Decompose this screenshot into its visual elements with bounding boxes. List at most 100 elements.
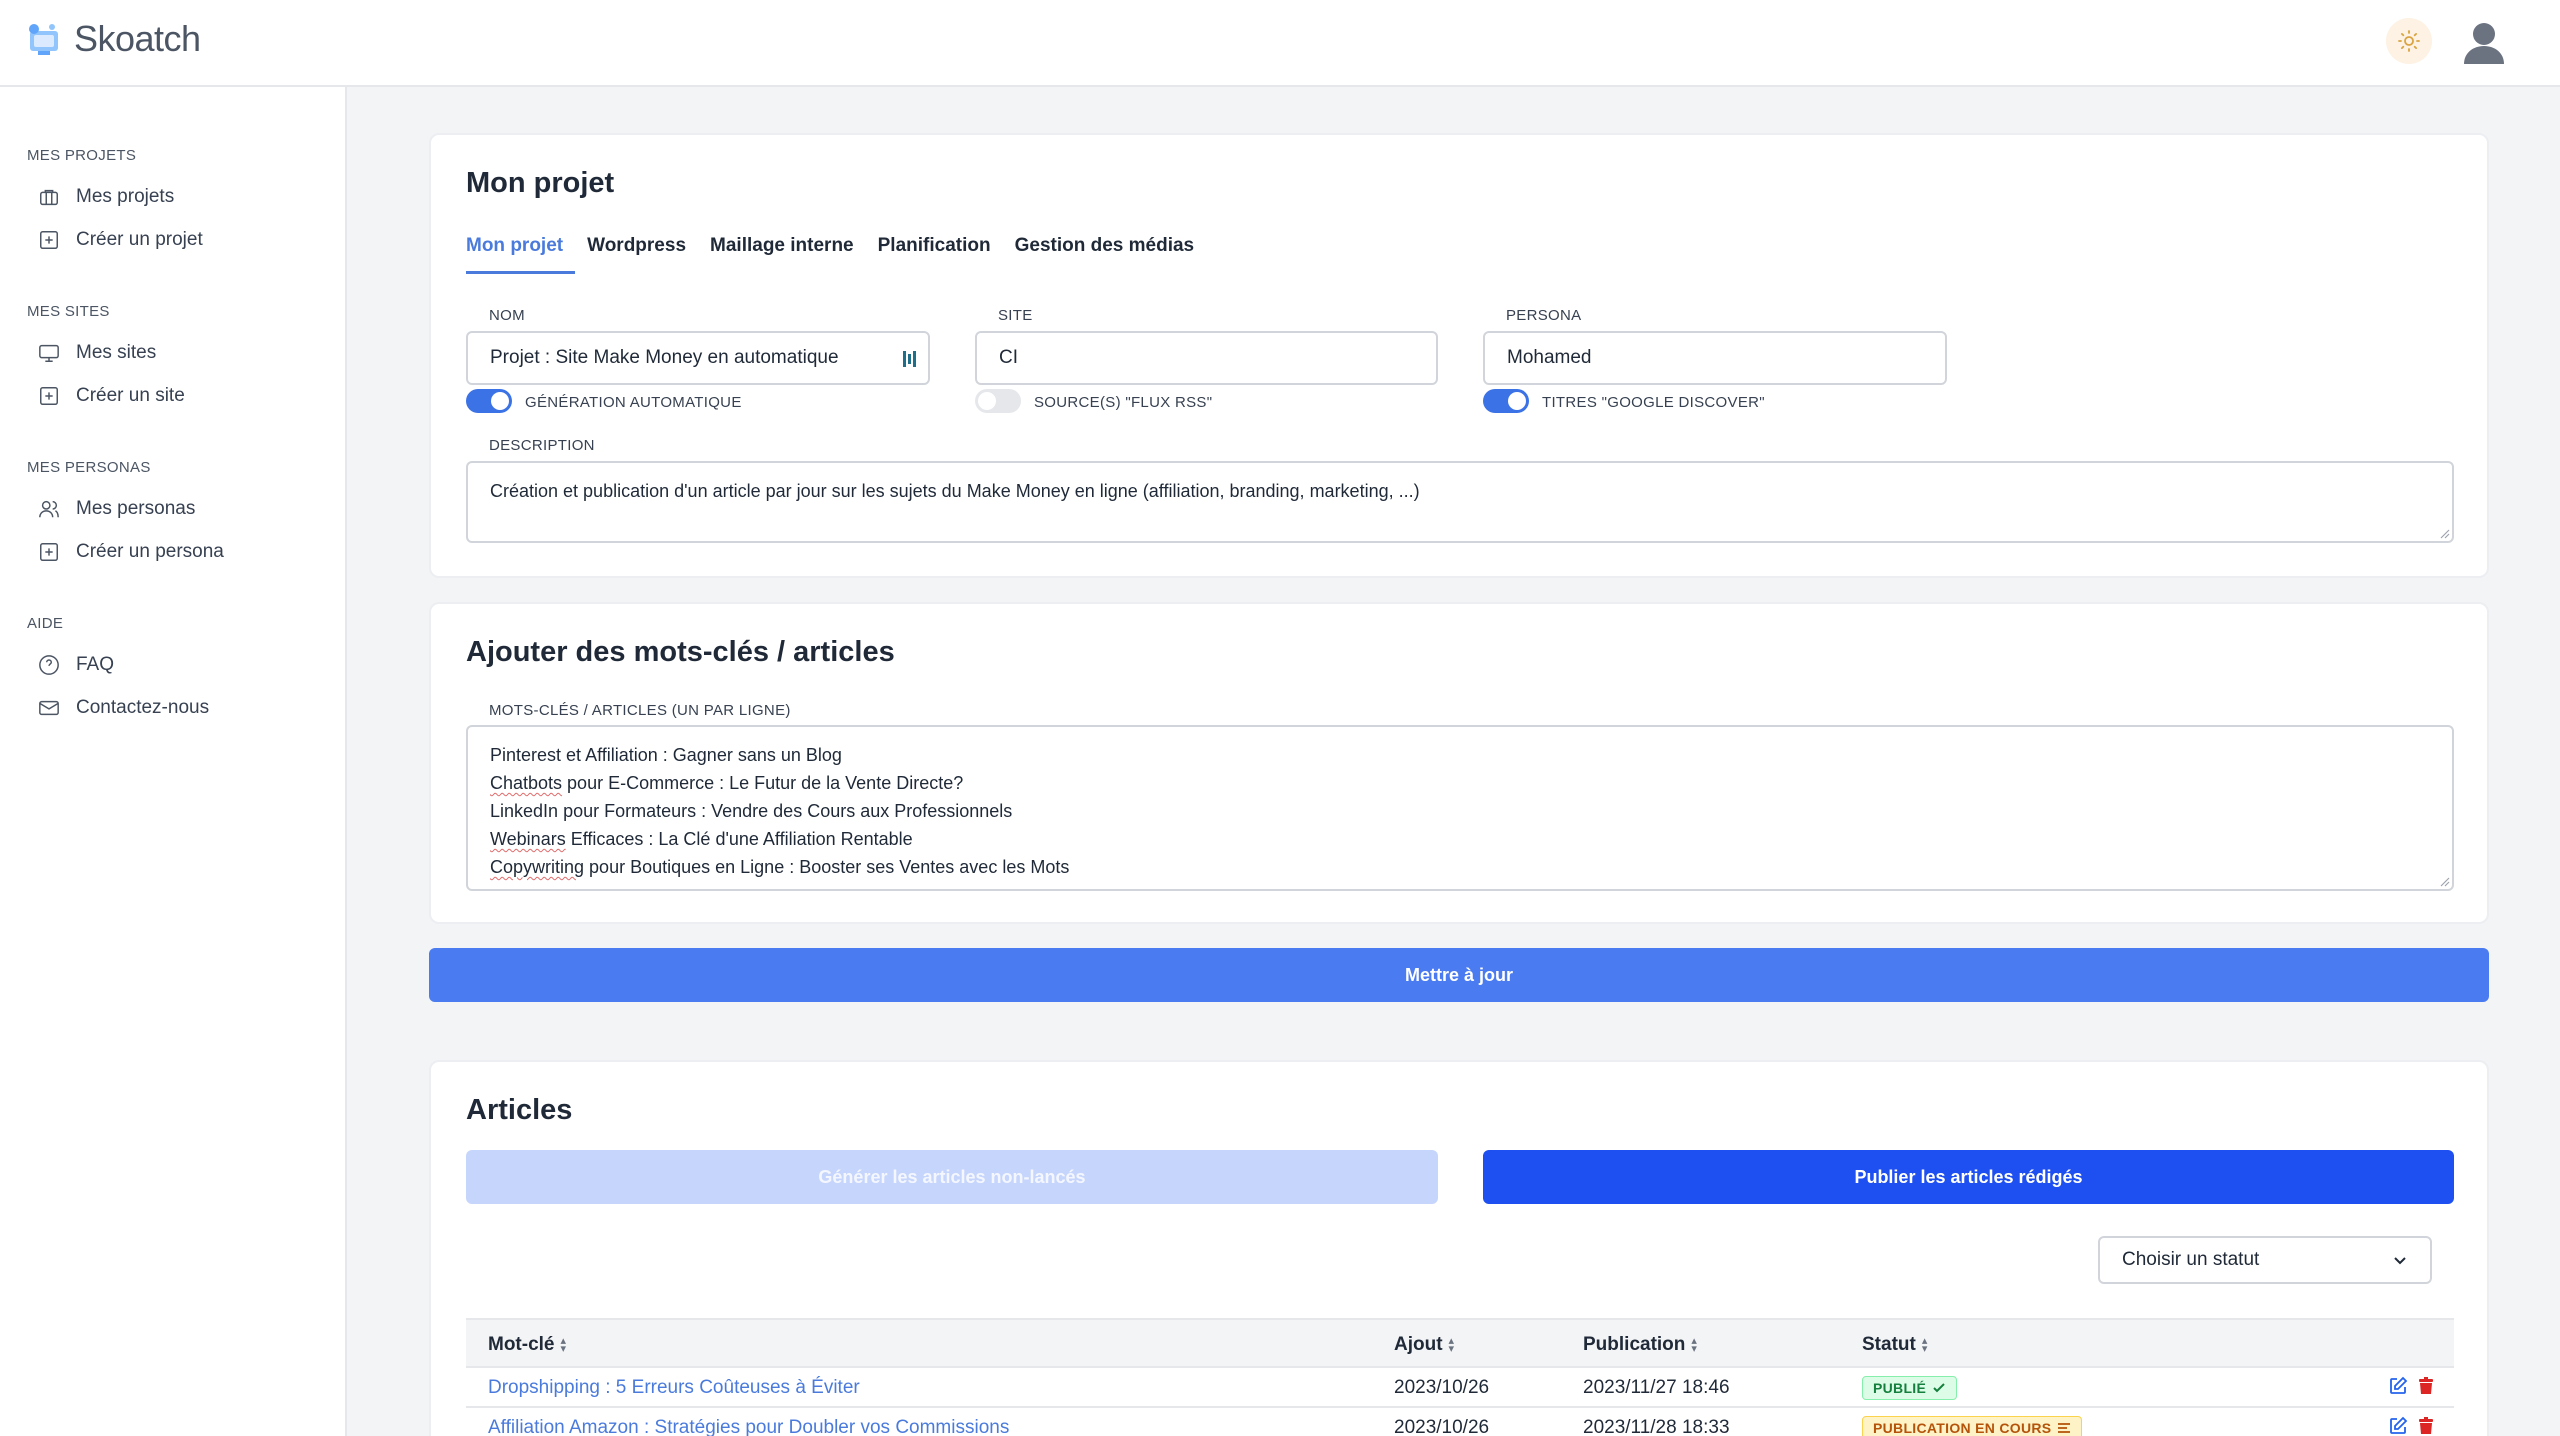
edit-icon[interactable] bbox=[2388, 1416, 2408, 1436]
nom-label: NOM bbox=[489, 307, 525, 324]
rss-toggle[interactable] bbox=[975, 389, 1021, 413]
description-textarea[interactable]: Création et publication d'un article par… bbox=[466, 461, 2454, 543]
articles-title: Articles bbox=[466, 1094, 573, 1126]
keyword-line-first: Chatbots bbox=[490, 773, 563, 793]
logo-icon bbox=[29, 24, 58, 55]
col-label: Publication bbox=[1583, 1334, 1686, 1355]
sidebar-item-label: Créer un persona bbox=[76, 541, 224, 562]
tab-gestion-medias[interactable]: Gestion des médias bbox=[1003, 235, 1207, 274]
sidebar-section-title: AIDE bbox=[27, 615, 64, 632]
sidebar-item-label: Mes personas bbox=[76, 498, 196, 519]
app-name: Skoatch bbox=[74, 18, 201, 59]
top-bar: Skoatch bbox=[0, 0, 2560, 87]
sidebar-item-creer-site[interactable]: Créer un site bbox=[38, 385, 185, 407]
edit-icon[interactable] bbox=[2388, 1376, 2408, 1396]
keyword-line: Webinars Efficaces : La Clé d'une Affili… bbox=[490, 825, 2430, 853]
sidebar-item-contact[interactable]: Contactez-nous bbox=[38, 697, 209, 719]
article-keyword-link[interactable]: Affiliation Amazon : Stratégies pour Dou… bbox=[488, 1417, 1009, 1436]
keywords-card: Ajouter des mots-clés / articles MOTS-CL… bbox=[429, 602, 2489, 924]
generate-articles-button[interactable]: Générer les articles non-lancés bbox=[466, 1150, 1438, 1204]
nom-value: Projet : Site Make Money en automatique bbox=[490, 347, 839, 368]
mail-icon bbox=[39, 700, 59, 716]
col-mot-cle[interactable]: Mot-clé ▴ ▾ bbox=[488, 1334, 566, 1356]
help-circle-icon bbox=[39, 655, 59, 675]
resize-grip-icon[interactable] bbox=[2438, 527, 2450, 539]
password-manager-icon[interactable] bbox=[902, 349, 918, 369]
logo[interactable]: Skoatch bbox=[24, 18, 201, 60]
sidebar-item-mes-projets[interactable]: Mes projets bbox=[38, 186, 174, 208]
rss-label: SOURCE(S) "FLUX RSS" bbox=[1034, 394, 1213, 411]
sun-icon bbox=[2398, 30, 2420, 52]
row-actions bbox=[2388, 1376, 2436, 1396]
theme-toggle-button[interactable] bbox=[2386, 18, 2432, 64]
resize-grip-icon[interactable] bbox=[2438, 875, 2450, 887]
keyword-line-rest: et Affiliation : Gagner sans un Blog bbox=[561, 745, 842, 765]
avatar-icon[interactable] bbox=[2462, 20, 2506, 66]
users-icon bbox=[39, 500, 59, 518]
articles-table-header: Mot-clé ▴ ▾ Ajout ▴ ▾ Publication ▴ ▾ Statut ▴ ▾ bbox=[466, 1318, 2454, 1368]
col-ajout[interactable]: Ajout ▴ ▾ bbox=[1394, 1334, 1454, 1356]
sidebar-item-creer-projet[interactable]: Créer un projet bbox=[38, 229, 203, 251]
project-card: Mon projet Mon projet Wordpress Maillage… bbox=[429, 133, 2489, 578]
sidebar-section-title: MES PROJETS bbox=[27, 147, 137, 164]
sidebar-item-faq[interactable]: FAQ bbox=[38, 654, 114, 676]
site-value: CI bbox=[999, 347, 1018, 368]
persona-value: Mohamed bbox=[1507, 347, 1592, 368]
nom-input[interactable]: Projet : Site Make Money en automatique bbox=[466, 331, 930, 385]
keyword-line-first: Pinterest bbox=[490, 745, 562, 765]
keyword-line: Chatbots pour E-Commerce : Le Futur de l… bbox=[490, 769, 2430, 797]
keywords-title: Ajouter des mots-clés / articles bbox=[466, 636, 895, 668]
publish-articles-button[interactable]: Publier les articles rédigés bbox=[1483, 1150, 2454, 1204]
chevron-down-icon bbox=[2394, 1257, 2406, 1265]
sidebar-section-title: MES PERSONAS bbox=[27, 459, 151, 476]
col-label: Ajout bbox=[1394, 1334, 1443, 1355]
keywords-textarea[interactable]: Pinterest et Affiliation : Gagner sans u… bbox=[466, 725, 2454, 891]
sort-icon: ▴ ▾ bbox=[1691, 1335, 1697, 1355]
article-keyword-link[interactable]: Dropshipping : 5 Erreurs Coûteuses à Évi… bbox=[488, 1377, 860, 1399]
status-badge: PUBLIÉ bbox=[1862, 1376, 1958, 1400]
plus-square-icon bbox=[40, 387, 58, 405]
plus-square-icon bbox=[40, 231, 58, 249]
article-added-date: 2023/10/26 bbox=[1394, 1417, 1490, 1436]
status-label: PUBLICATION EN COURS bbox=[1873, 1420, 2052, 1436]
tab-maillage-interne[interactable]: Maillage interne bbox=[698, 235, 866, 274]
sidebar-item-label: Créer un site bbox=[76, 385, 185, 406]
sidebar-item-creer-persona[interactable]: Créer un persona bbox=[38, 541, 224, 563]
update-button[interactable]: Mettre à jour bbox=[429, 948, 2489, 1002]
tab-planification[interactable]: Planification bbox=[866, 235, 1003, 274]
keyword-line-rest: pour E-Commerce : Le Futur de la Vente D… bbox=[562, 773, 964, 793]
article-added-date: 2023/10/26 bbox=[1394, 1377, 1490, 1398]
sidebar-item-mes-sites[interactable]: Mes sites bbox=[38, 342, 156, 364]
keywords-label: MOTS-CLÉS / ARTICLES (UN PAR LIGNE) bbox=[489, 702, 791, 719]
table-row: Dropshipping : 5 Erreurs Coûteuses à Évi… bbox=[466, 1368, 2454, 1408]
sidebar-item-label: Créer un projet bbox=[76, 229, 203, 250]
list-icon bbox=[2058, 1423, 2071, 1433]
trash-icon[interactable] bbox=[2416, 1376, 2436, 1396]
sidebar-section-title: MES SITES bbox=[27, 303, 110, 320]
page-title: Mon projet bbox=[466, 167, 615, 199]
keyword-line-rest: pour Formateurs : Vendre des Cours aux P… bbox=[558, 801, 1013, 821]
keyword-line-rest: pour Boutiques en Ligne : Booster ses Ve… bbox=[584, 857, 1070, 877]
description-label: DESCRIPTION bbox=[489, 437, 595, 454]
tab-mon-projet[interactable]: Mon projet bbox=[466, 235, 576, 274]
sidebar-item-label: FAQ bbox=[76, 654, 115, 675]
trash-icon[interactable] bbox=[2416, 1416, 2436, 1436]
auto-generation-label: GÉNÉRATION AUTOMATIQUE bbox=[525, 394, 742, 411]
google-discover-toggle[interactable] bbox=[1483, 389, 1529, 413]
keyword-line-rest: Efficaces : La Clé d'une Affiliation Ren… bbox=[565, 829, 913, 849]
status-filter-select[interactable]: Choisir un statut bbox=[2098, 1236, 2432, 1284]
auto-generation-toggle[interactable] bbox=[466, 389, 512, 413]
keyword-line: Copywriting pour Boutiques en Ligne : Bo… bbox=[490, 853, 2430, 881]
persona-select[interactable]: Mohamed bbox=[1483, 331, 1947, 385]
keyword-line-first: Webinars bbox=[490, 829, 566, 849]
article-publication-date: 2023/11/27 18:46 bbox=[1583, 1377, 1730, 1398]
site-select[interactable]: CI bbox=[975, 331, 1438, 385]
project-tabs: Mon projet Wordpress Maillage interne Pl… bbox=[466, 235, 1206, 274]
sidebar-item-label: Mes sites bbox=[76, 342, 157, 363]
tab-wordpress[interactable]: Wordpress bbox=[575, 235, 698, 274]
col-statut[interactable]: Statut ▴ ▾ bbox=[1862, 1334, 1927, 1356]
site-label: SITE bbox=[998, 307, 1033, 324]
sidebar-item-label: Contactez-nous bbox=[76, 697, 210, 718]
col-publication[interactable]: Publication ▴ ▾ bbox=[1583, 1334, 1697, 1356]
sidebar-item-mes-personas[interactable]: Mes personas bbox=[38, 498, 195, 520]
